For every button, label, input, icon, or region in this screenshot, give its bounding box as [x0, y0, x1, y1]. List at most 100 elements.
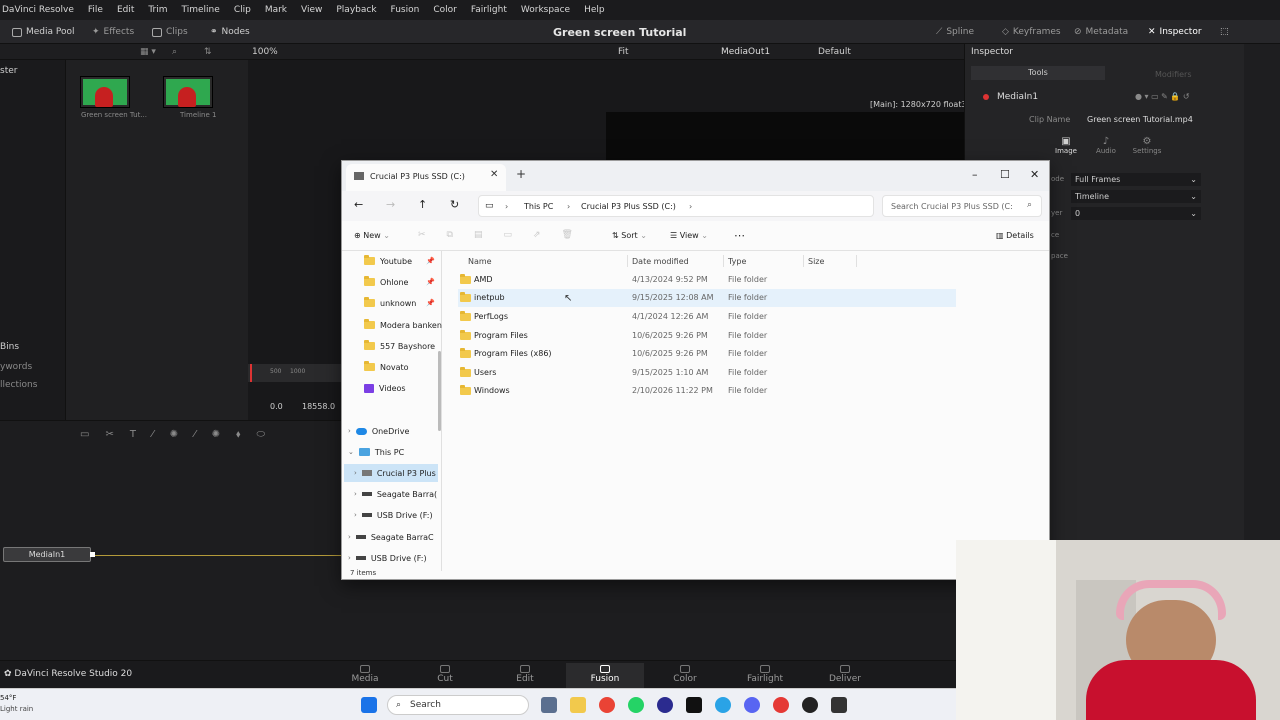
nav-scrollbar[interactable]	[438, 351, 441, 431]
tab-modifiers[interactable]: Modifiers	[1155, 70, 1192, 79]
column-date[interactable]: Date modified	[632, 257, 689, 266]
nav-item-unknown[interactable]: unknown	[364, 294, 416, 312]
page-color[interactable]: Color	[655, 663, 715, 689]
breadcrumb-thispc[interactable]: This PC	[524, 202, 553, 211]
menu-item-mark[interactable]: Mark	[265, 5, 287, 15]
effects-button[interactable]: ✦ Effects	[92, 25, 134, 39]
column-divider[interactable]	[803, 255, 804, 267]
media-pool-button[interactable]: Media Pool	[12, 25, 75, 39]
node-tools-icons[interactable]: ▭✂T⁄✺⁄✺⬧⬭	[80, 429, 281, 440]
menu-item-help[interactable]: Help	[584, 5, 605, 15]
explorer-tab[interactable]: Crucial P3 Plus SSD (C:) ✕	[346, 164, 506, 191]
maximize-button[interactable]: ☐	[1000, 168, 1010, 181]
node-output-port[interactable]	[90, 552, 95, 557]
app-icon-black[interactable]	[686, 697, 702, 713]
nav-c-drive[interactable]: › Crucial P3 Plus	[344, 464, 438, 482]
taskbar-search[interactable]: ⌕ Search	[387, 695, 529, 715]
new-tab-button[interactable]: +	[516, 167, 526, 181]
nav-item-videos[interactable]: Videos	[364, 379, 406, 397]
table-row[interactable]: Users 9/15/2025 1:10 AM File folder	[458, 364, 956, 382]
file-explorer-icon[interactable]	[570, 697, 586, 713]
app-icon-dark[interactable]	[831, 697, 847, 713]
clips-button[interactable]: Clips	[152, 25, 188, 39]
nav-item-modera[interactable]: Modera banken	[364, 316, 442, 334]
lut-select[interactable]: Default	[818, 47, 851, 57]
close-button[interactable]: ✕	[1030, 168, 1039, 181]
master-bin[interactable]: ster	[0, 66, 17, 76]
page-fusion[interactable]: Fusion	[566, 663, 644, 689]
nav-usb-2[interactable]: › USB Drive (F:)	[348, 549, 427, 567]
table-row[interactable]: Program Files (x86) 10/6/2025 9:26 PM File…	[458, 345, 956, 363]
node-mediain1[interactable]: MediaIn1	[3, 547, 91, 562]
subtab-audio[interactable]: ♪ Audio	[1091, 136, 1121, 166]
subtab-image[interactable]: ▣ Image	[1051, 136, 1081, 166]
fit-select[interactable]: Fit	[618, 47, 629, 57]
spline-button[interactable]: ⟋ Spline	[936, 25, 974, 39]
column-divider[interactable]	[723, 255, 724, 267]
nav-usb-1[interactable]: › USB Drive (F:)	[354, 506, 433, 524]
breadcrumb-drive[interactable]: Crucial P3 Plus SSD (C:)	[581, 202, 676, 211]
tab-close-icon[interactable]: ✕	[490, 169, 498, 180]
column-divider[interactable]	[627, 255, 628, 267]
menu-item-color[interactable]: Color	[433, 5, 457, 15]
node-controls-icons[interactable]: ● ▾ ▭ ✎ 🔒 ↺	[1135, 92, 1190, 101]
chrome-icon[interactable]	[599, 697, 615, 713]
sort-button[interactable]: ⇅ Sort ⌄	[612, 231, 647, 240]
playhead[interactable]	[250, 364, 252, 382]
table-row[interactable]: inetpub 9/15/2025 12:08 AM File folder	[458, 289, 956, 307]
task-view-icon[interactable]	[541, 697, 557, 713]
table-row[interactable]: Program Files 10/6/2025 9:26 PM File folde…	[458, 327, 956, 345]
nav-item-youtube[interactable]: Youtube	[364, 252, 412, 270]
clip-thumbnail-1[interactable]	[80, 76, 130, 108]
edge-icon[interactable]	[715, 697, 731, 713]
table-row[interactable]: PerfLogs 4/1/2024 12:26 AM File folder	[458, 308, 956, 326]
table-row[interactable]: AMD 4/13/2024 9:52 PM File folder	[458, 271, 956, 289]
tab-tools[interactable]: Tools	[971, 66, 1105, 80]
forward-button[interactable]: →	[386, 198, 395, 211]
nav-item-bayshore[interactable]: 557 Bayshore	[364, 337, 435, 355]
list-view-icon[interactable]: ▦ ▾	[140, 47, 156, 57]
search-icon[interactable]: ⌕	[172, 47, 177, 57]
nav-seagate-1[interactable]: › Seagate Barra(	[354, 485, 437, 503]
column-size[interactable]: Size	[808, 257, 824, 266]
back-button[interactable]: ←	[354, 198, 363, 211]
metadata-button[interactable]: ⊘ Metadata	[1074, 25, 1128, 39]
menu-item-edit[interactable]: Edit	[117, 5, 134, 15]
clipboard-actions[interactable]: ✂⧉▤▭⇗🗑	[418, 230, 594, 240]
details-button[interactable]: ▥ Details	[996, 231, 1034, 240]
nodes-button[interactable]: ⚭ Nodes	[210, 25, 250, 39]
column-divider[interactable]	[856, 255, 857, 267]
minimize-button[interactable]: –	[972, 168, 978, 181]
clip-thumbnail-2[interactable]	[163, 76, 213, 108]
keyframes-button[interactable]: ◇ Keyframes	[1002, 25, 1061, 39]
more-options-button[interactable]: ⋯	[734, 229, 745, 242]
weather-temp[interactable]: 54°F	[0, 694, 16, 702]
nav-item-ohlone[interactable]: Ohlone	[364, 273, 408, 291]
nav-seagate-2[interactable]: › Seagate BarraC	[348, 528, 434, 546]
menu-item-workspace[interactable]: Workspace	[521, 5, 570, 15]
column-name[interactable]: Name	[468, 257, 492, 266]
address-input[interactable]: ▭ › This PC › Crucial P3 Plus SSD (C:) ›	[478, 195, 874, 217]
discord-icon[interactable]	[744, 697, 760, 713]
nav-thispc[interactable]: ⌄ This PC	[348, 443, 404, 461]
layer-select[interactable]: 0 ⌄	[1071, 207, 1201, 220]
page-cut[interactable]: Cut	[415, 663, 475, 689]
nav-onedrive[interactable]: › OneDrive	[348, 422, 409, 440]
resolve-taskbar-icon[interactable]	[802, 697, 818, 713]
whatsapp-icon[interactable]	[628, 697, 644, 713]
expand-icon[interactable]: ⬚	[1220, 25, 1229, 39]
menu-item-app[interactable]: DaVinci Resolve	[2, 5, 74, 15]
nav-item-novato[interactable]: Novato	[364, 358, 409, 376]
subtab-settings[interactable]: ⚙ Settings	[1129, 136, 1165, 166]
menu-item-clip[interactable]: Clip	[234, 5, 251, 15]
refresh-button[interactable]: ↻	[450, 198, 459, 211]
page-edit[interactable]: Edit	[495, 663, 555, 689]
search-box[interactable]: Search Crucial P3 Plus SSD (C: ⌕	[882, 195, 1042, 217]
menu-item-fusion[interactable]: Fusion	[391, 5, 420, 15]
menu-item-fairlight[interactable]: Fairlight	[471, 5, 507, 15]
inspector-button[interactable]: ✕ Inspector	[1148, 25, 1202, 39]
zoom-select[interactable]: 100%	[252, 47, 278, 57]
windows-start-icon[interactable]	[361, 697, 377, 713]
app-icon-blue[interactable]	[657, 697, 673, 713]
menu-item-playback[interactable]: Playback	[336, 5, 376, 15]
